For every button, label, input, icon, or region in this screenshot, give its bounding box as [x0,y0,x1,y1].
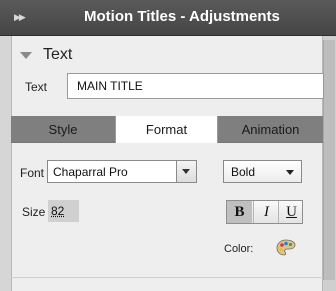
font-dropdown-button[interactable] [176,161,196,182]
chevron-down-icon [182,169,190,174]
tab-style[interactable]: Style [11,116,115,143]
tab-format[interactable]: Format [115,116,218,144]
font-label: Font [20,166,45,180]
text-field-label: Text [25,80,48,94]
tab-bar: Style Format Animation [11,116,323,144]
scrollbar-thumb[interactable] [323,40,335,280]
bold-button[interactable]: B [227,201,252,223]
font-size-field[interactable]: 82 [48,200,79,222]
title-text-input[interactable] [67,73,324,99]
tab-animation[interactable]: Animation [218,116,323,143]
section-label: Text [43,46,73,63]
text-format-buttons: B I U [226,200,303,224]
color-label: Color: [224,243,254,255]
panel-title: Motion Titles - Adjustments [84,8,280,25]
double-chevron-right-icon[interactable]: ▶▶ [14,9,30,25]
font-family-value: Chaparral Pro [53,165,128,179]
panel-titlebar: ▶▶ Motion Titles - Adjustments [0,0,336,36]
underline-button[interactable]: U [278,201,304,223]
font-style-value: Bold [231,165,256,179]
panel-bottom-divider [11,277,323,278]
italic-button[interactable]: I [253,201,279,223]
font-family-select[interactable]: Chaparral Pro [47,160,197,183]
font-size-value: 82 [51,204,65,218]
chevron-down-icon [286,170,294,175]
triangle-down-icon[interactable] [20,52,32,59]
font-style-select[interactable]: Bold [223,160,302,183]
palette-icon[interactable] [276,239,296,257]
size-label: Size [22,205,46,219]
